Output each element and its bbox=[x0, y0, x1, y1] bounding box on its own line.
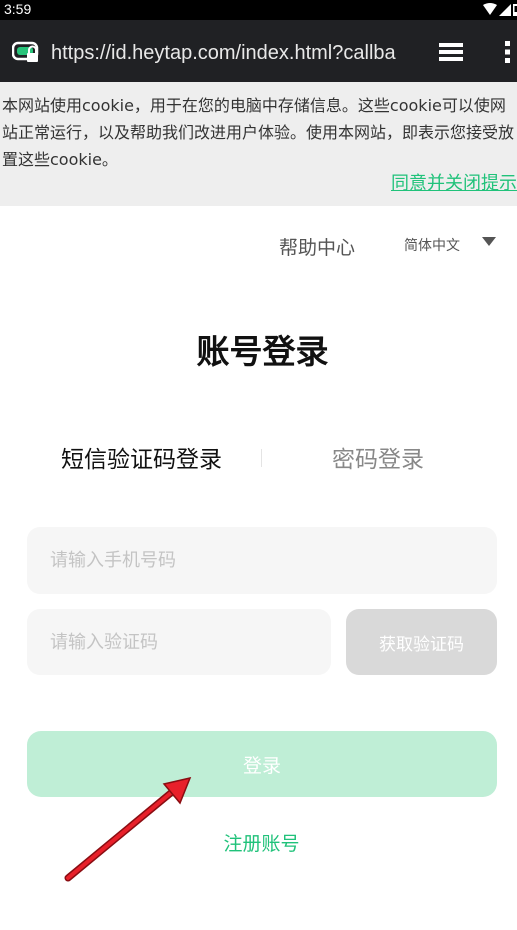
verification-code-input[interactable] bbox=[27, 609, 331, 675]
phone-input[interactable] bbox=[27, 527, 497, 594]
wifi-icon bbox=[483, 3, 497, 15]
tabs-icon[interactable] bbox=[437, 41, 465, 63]
status-icons bbox=[483, 3, 517, 17]
caret-down-icon bbox=[482, 237, 496, 246]
url-field[interactable]: https://id.heytap.com/index.html?callba bbox=[51, 41, 421, 65]
tab-divider bbox=[261, 449, 262, 467]
cookie-notice-text: 本网站使用cookie，用于在您的电脑中存储信息。这些cookie可以使网站正常… bbox=[2, 96, 515, 169]
browser-toolbar: https://id.heytap.com/index.html?callba bbox=[0, 20, 517, 82]
cookie-accept-link[interactable]: 同意并关闭提示 bbox=[391, 169, 517, 195]
tab-sms-login[interactable]: 短信验证码登录 bbox=[61, 440, 222, 474]
status-time: 3:59 bbox=[4, 1, 32, 17]
site-lock-icon[interactable] bbox=[12, 40, 40, 64]
signal-icon bbox=[499, 4, 511, 16]
page-title: 账号登录 bbox=[196, 332, 329, 371]
cookie-banner: 本网站使用cookie，用于在您的电脑中存储信息。这些cookie可以使网站正常… bbox=[0, 82, 517, 206]
overflow-menu-icon[interactable] bbox=[500, 40, 514, 64]
login-button-label: 登录 bbox=[242, 754, 281, 777]
annotation-arrow-icon bbox=[64, 776, 192, 882]
battery-icon bbox=[513, 4, 517, 16]
status-bar: 3:59 bbox=[0, 0, 517, 20]
language-select[interactable]: 简体中文 bbox=[404, 235, 496, 255]
language-label: 简体中文 bbox=[404, 238, 460, 254]
register-link-label: 注册账号 bbox=[223, 833, 300, 855]
get-code-label: 获取验证码 bbox=[379, 634, 464, 655]
get-code-button[interactable]: 获取验证码 bbox=[346, 609, 497, 675]
help-center-link[interactable]: 帮助中心 bbox=[279, 233, 355, 260]
tab-password-login[interactable]: 密码登录 bbox=[332, 440, 424, 474]
